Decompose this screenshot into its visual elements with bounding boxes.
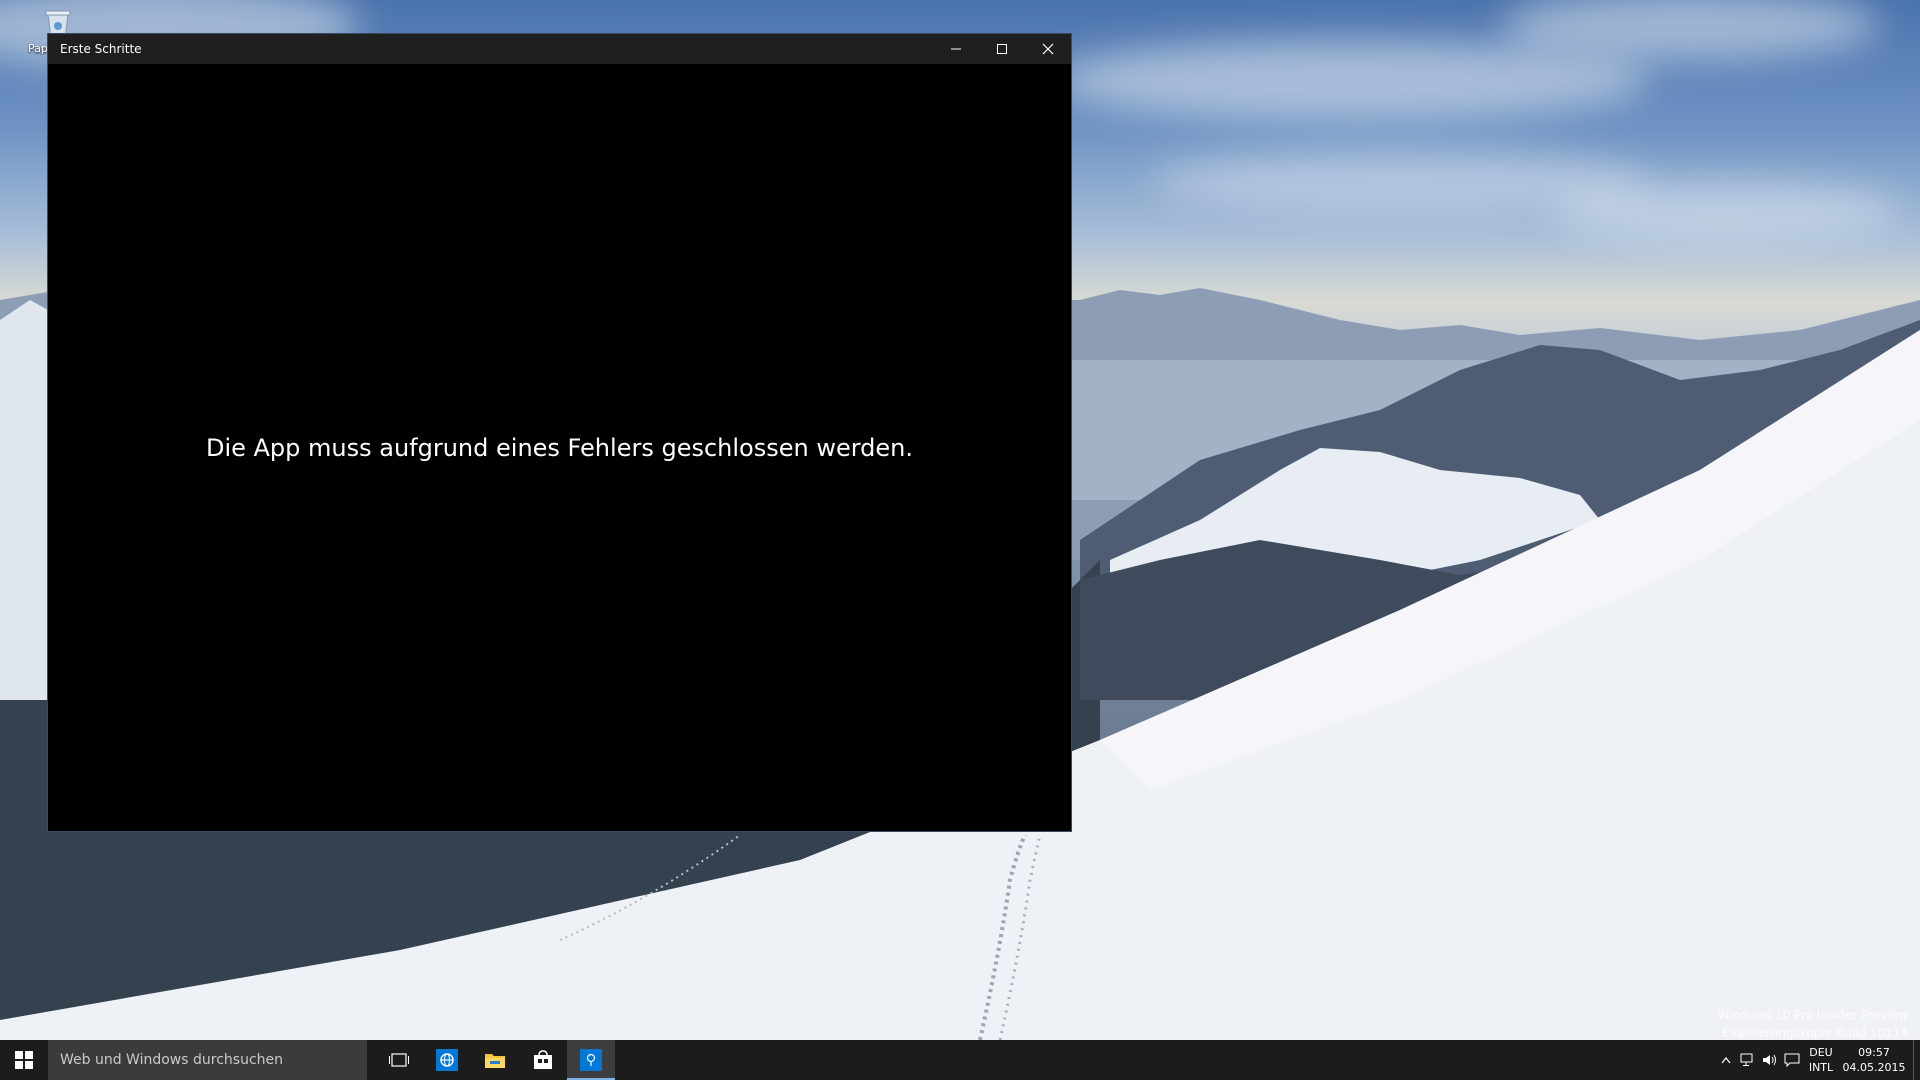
close-button[interactable] — [1025, 34, 1071, 64]
file-explorer-button[interactable] — [471, 1040, 519, 1080]
file-explorer-icon — [485, 1054, 505, 1068]
show-hidden-icons-button[interactable] — [1715, 1040, 1737, 1080]
store-button[interactable] — [519, 1040, 567, 1080]
search-placeholder: Web und Windows durchsuchen — [60, 1052, 284, 1068]
search-box[interactable]: Web und Windows durchsuchen — [48, 1040, 367, 1080]
chevron-up-icon — [1721, 1057, 1731, 1064]
clock-button[interactable]: 09:57 04.05.2015 — [1839, 1045, 1909, 1075]
start-button[interactable] — [0, 1040, 48, 1080]
minimize-button[interactable] — [933, 34, 979, 64]
keyboard-layout: INTL — [1808, 1061, 1834, 1074]
input-language-button[interactable]: DEU INTL — [1803, 1045, 1839, 1075]
tips-app-icon — [580, 1049, 602, 1071]
app-window: Erste Schritte Die App muss aufgrund ein… — [47, 33, 1072, 832]
show-desktop-button[interactable] — [1913, 1040, 1920, 1080]
action-center-button[interactable] — [1781, 1040, 1803, 1080]
taskbar: Web und Windows durchsuchen DEU INTL 09:… — [0, 1040, 1920, 1080]
store-icon — [534, 1050, 552, 1069]
clock-time: 09:57 — [1858, 1046, 1890, 1059]
maximize-icon — [997, 44, 1007, 54]
watermark-line-1: Windows 10 Pro Insider Preview — [1717, 1008, 1908, 1022]
minimize-icon — [951, 48, 961, 50]
build-watermark: Windows 10 Pro Insider Preview Evaluieru… — [1717, 1006, 1908, 1042]
network-icon — [1740, 1053, 1753, 1066]
network-button[interactable] — [1737, 1040, 1759, 1080]
edge-browser-icon — [436, 1049, 458, 1071]
window-title: Erste Schritte — [60, 42, 142, 56]
tips-app-button[interactable] — [567, 1040, 615, 1080]
volume-button[interactable] — [1759, 1040, 1781, 1080]
maximize-button[interactable] — [979, 34, 1025, 64]
volume-icon — [1763, 1054, 1776, 1066]
system-tray: DEU INTL 09:57 04.05.2015 — [1715, 1040, 1920, 1080]
error-message: Die App muss aufgrund eines Fehlers gesc… — [205, 434, 914, 462]
left-peak — [0, 300, 48, 700]
task-view-icon — [389, 1053, 409, 1067]
edge-browser-button[interactable] — [423, 1040, 471, 1080]
task-view-button[interactable] — [375, 1040, 423, 1080]
message-icon — [1784, 1053, 1800, 1067]
language-code: DEU — [1809, 1046, 1833, 1059]
close-icon — [1042, 43, 1054, 55]
windows-logo-icon — [15, 1051, 33, 1069]
clock-date: 04.05.2015 — [1842, 1061, 1906, 1074]
title-bar[interactable]: Erste Schritte — [48, 34, 1071, 64]
